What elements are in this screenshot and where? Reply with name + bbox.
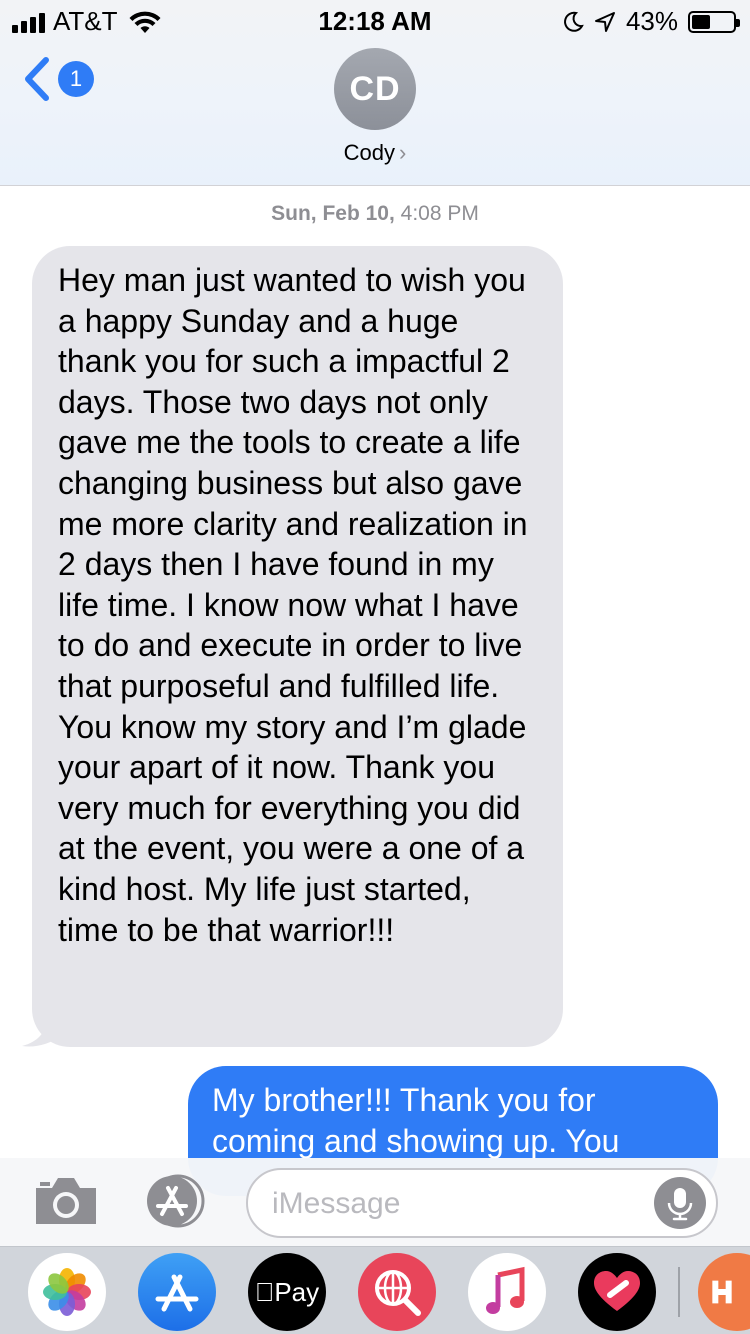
heart-app[interactable] (578, 1253, 656, 1331)
incoming-message-bubble[interactable]: Hey man just wanted to wish you a happy … (32, 246, 563, 1047)
contact-name: Cody (343, 140, 396, 165)
back-button[interactable]: 1 (22, 56, 94, 102)
contact-name-button[interactable]: Cody › (0, 140, 750, 166)
status-bar: AT&T 12:18 AM 43% (0, 0, 750, 40)
microphone-button[interactable] (654, 1177, 706, 1229)
battery-icon (688, 10, 740, 33)
conversation-header: AT&T 12:18 AM 43% 1 CD Cody › (0, 0, 750, 186)
message-composer (0, 1158, 750, 1246)
timestamp-day: Sun, Feb 10, (271, 202, 395, 225)
music-app[interactable] (468, 1253, 546, 1331)
unread-badge: 1 (58, 61, 94, 97)
photos-app[interactable] (28, 1253, 106, 1331)
photos-icon (43, 1268, 91, 1316)
h-app[interactable] (698, 1253, 750, 1331)
app-store-icon (155, 1274, 199, 1312)
battery-percent: 43% (625, 6, 678, 36)
message-timestamp: Sun, Feb 10, 4:08 PM (0, 202, 750, 226)
status-right: 43% (562, 6, 740, 37)
imessage-field[interactable] (246, 1168, 718, 1238)
apple-pay-icon:  (255, 1277, 275, 1307)
chevron-right-icon: › (399, 140, 407, 165)
apple-pay-app[interactable]: Pay (248, 1253, 326, 1331)
imessage-input[interactable] (272, 1182, 652, 1226)
h-icon (712, 1280, 732, 1304)
app-store-icon[interactable] (140, 1172, 212, 1230)
contact-avatar[interactable]: CD (334, 48, 416, 130)
back-chevron-icon (25, 57, 49, 101)
location-icon (594, 11, 615, 32)
heart-icon (594, 1271, 640, 1311)
drawer-divider (678, 1267, 680, 1317)
search-globe-icon (375, 1270, 421, 1316)
app-drawer: Pay (0, 1246, 750, 1334)
apple-pay-label: Pay (264, 1277, 319, 1307)
search-app[interactable] (358, 1253, 436, 1331)
moon-icon (564, 11, 584, 32)
microphone-icon (667, 1188, 693, 1221)
app-store-app[interactable] (138, 1253, 216, 1331)
timestamp-time: 4:08 PM (400, 202, 479, 225)
music-icon (486, 1266, 525, 1314)
camera-icon[interactable] (32, 1174, 100, 1228)
